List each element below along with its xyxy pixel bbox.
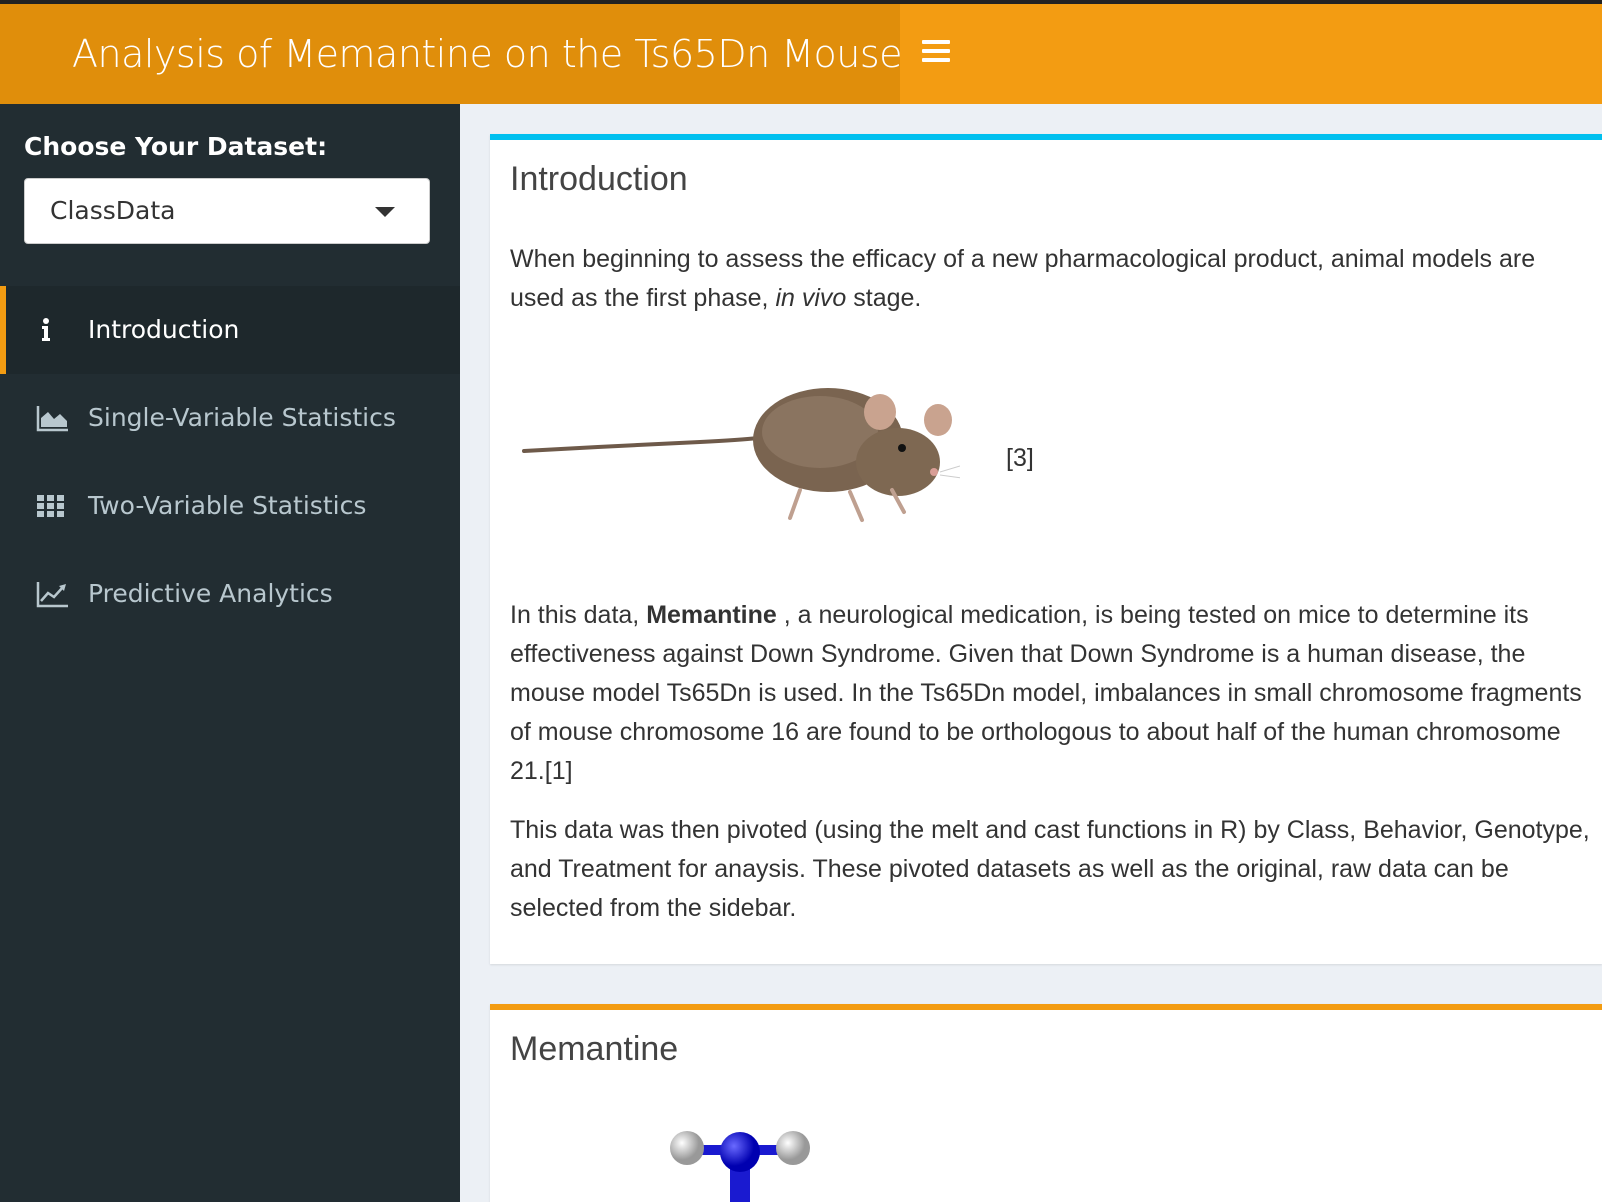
grid-icon [37,495,64,517]
hamburger-icon-bar [922,49,950,53]
sidebar-item-label: Predictive Analytics [88,579,333,608]
intro-paragraph-3: This data was then pivoted (using the me… [510,816,1590,922]
sidebar-item-introduction[interactable]: Introduction [0,286,460,374]
sidebar-item-single-variable[interactable]: Single-Variable Statistics [0,374,460,462]
box-title: Introduction [510,160,688,198]
sidebar-item-label: Two-Variable Statistics [88,491,367,520]
memantine-molecule-image [670,1131,810,1202]
sidebar-toggle-button[interactable] [922,40,950,68]
image-citation: [3] [1006,444,1034,472]
mouse-image [522,388,960,522]
intro-paragraph-1: When beginning to assess the efficacy of… [510,245,1536,312]
info-icon [42,318,50,341]
sidebar-item-predictive[interactable]: Predictive Analytics [0,550,460,638]
dataset-label: Choose Your Dataset: [24,132,328,161]
sidebar-item-label: Single-Variable Statistics [88,403,396,432]
sidebar: Choose Your Dataset: ClassData Introduct… [0,104,460,1202]
line-chart-icon [36,582,68,608]
sidebar-item-label: Introduction [88,315,240,344]
dataset-select[interactable]: ClassData [24,178,430,244]
sidebar-item-two-variable[interactable]: Two-Variable Statistics [0,462,460,550]
main-content: Introduction When beginning to assess th… [460,104,1602,1202]
memantine-box: Memantine [490,1004,1602,1202]
introduction-box: Introduction When beginning to assess th… [490,134,1602,964]
app-header: Analysis of Memantine on the Ts65Dn Mous… [0,4,1602,104]
intro-paragraph-2: In this data, Memantine , a neurological… [510,601,1582,785]
caret-down-icon [375,207,395,217]
dataset-select-value: ClassData [50,196,176,225]
hamburger-icon-bar [922,58,950,62]
hamburger-icon-bar [922,40,950,44]
sidebar-menu: Introduction Single-Variable Statistics … [0,286,460,638]
area-chart-icon [36,406,68,432]
box-title: Memantine [510,1030,679,1068]
app-title[interactable]: Analysis of Memantine on the Ts65Dn Mous… [0,4,900,104]
